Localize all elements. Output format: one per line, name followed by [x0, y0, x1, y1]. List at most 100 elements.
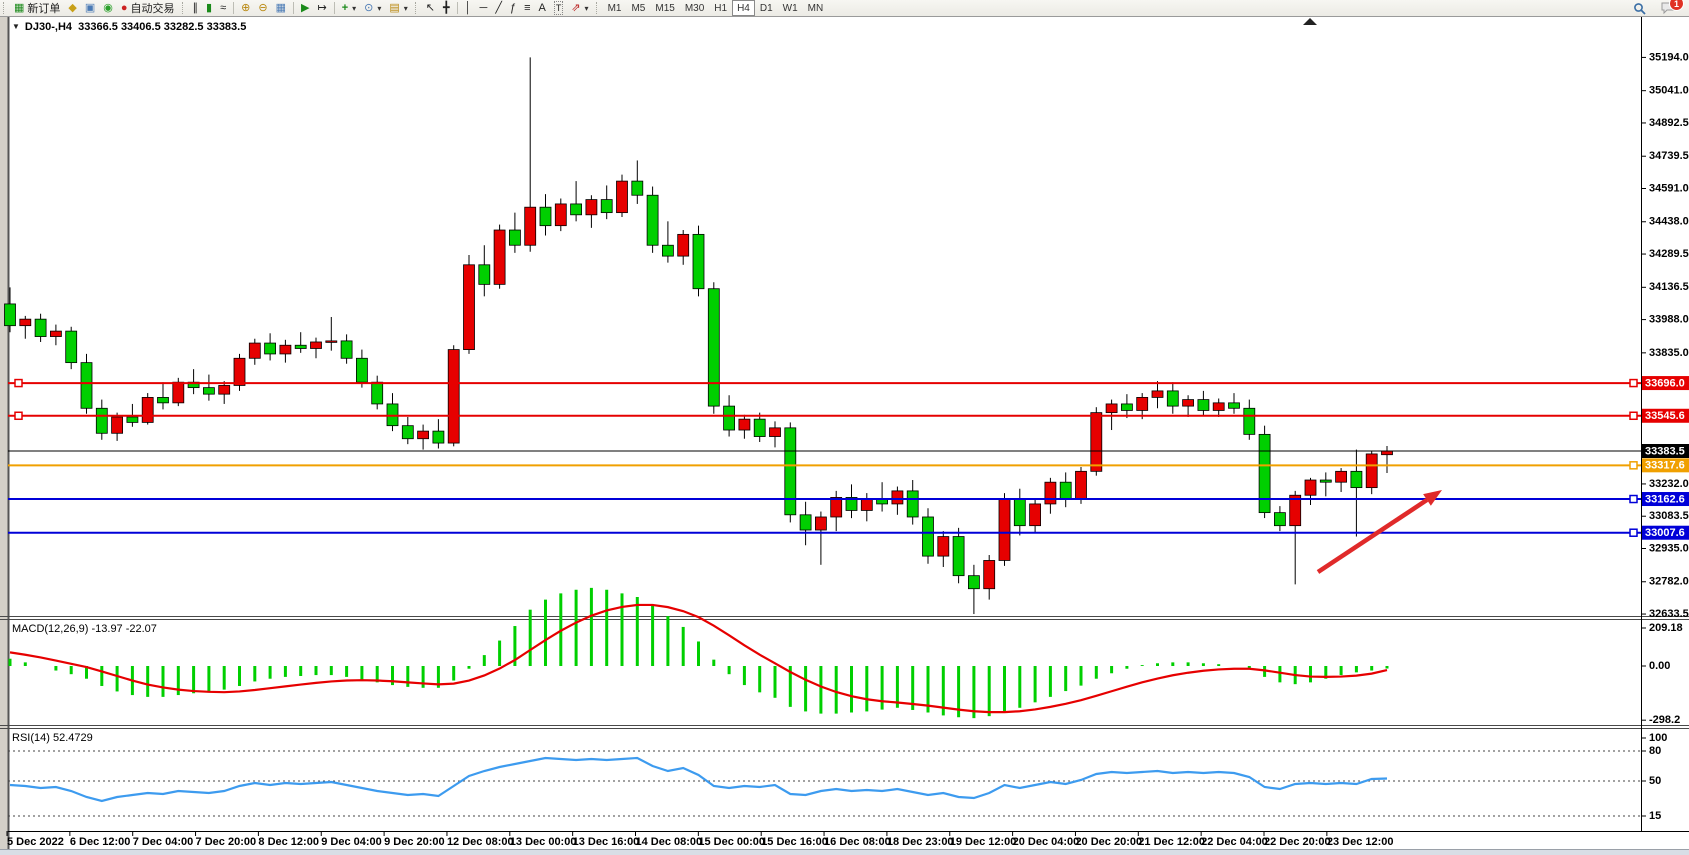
chart-ohlc-values: 33366.5 33406.5 33282.5 33383.5: [78, 21, 246, 33]
vertical-line-button[interactable]: │: [461, 0, 476, 16]
chart-shift-button[interactable]: ↦: [313, 0, 330, 16]
line-handle[interactable]: [15, 412, 22, 419]
candle-down: [571, 204, 582, 215]
fibonacci-button[interactable]: ƒ: [506, 0, 520, 16]
axis-tick-label: 100: [1649, 732, 1667, 744]
toolbar: ▦ 新订单 ◆ ▣ ◉ ● 自动交易 ∥ ▮ ≈ ⊕ ⊖ ▦ ▶ ↦ +▾ ⊙▾…: [0, 0, 1689, 17]
chart-collapse-icon[interactable]: ▼: [12, 22, 20, 31]
candle-up: [1106, 404, 1117, 413]
tile-windows-button[interactable]: ▦: [272, 0, 290, 16]
line-handle[interactable]: [1630, 462, 1637, 469]
axis-tick-label: 33696.0: [1645, 377, 1685, 389]
auto-scroll-icon: ▶: [301, 2, 309, 14]
periods-button[interactable]: ⊙▾: [360, 0, 385, 16]
text-icon: A: [538, 2, 545, 14]
market-watch-icon: ◆: [68, 2, 76, 14]
candle-down: [923, 517, 934, 556]
axis-tick-label: 34892.5: [1649, 117, 1689, 129]
axis-tick-label: 34438.0: [1649, 216, 1689, 228]
autotrading-button[interactable]: ● 自动交易: [117, 0, 179, 16]
axis-tick-label: -298.2: [1649, 714, 1680, 726]
search-button[interactable]: [1629, 0, 1650, 16]
channels-button[interactable]: ≡: [520, 0, 534, 16]
candle-up: [464, 265, 475, 350]
autotrading-icon: ●: [121, 2, 128, 14]
candle-down: [66, 331, 77, 363]
navigator-button[interactable]: ◉: [99, 0, 117, 16]
trendline-button[interactable]: ╱: [491, 0, 506, 16]
price-label-badge: 33383.5: [1642, 444, 1689, 458]
candle-up: [20, 319, 31, 326]
line-handle[interactable]: [1630, 412, 1637, 419]
axis-tick-label: 50: [1649, 775, 1661, 787]
new-order-icon: ▦: [14, 2, 24, 14]
axis-tick-label: 34739.5: [1649, 150, 1689, 162]
candle-down: [1320, 480, 1331, 482]
arrows-button[interactable]: ⇗▾: [567, 0, 592, 16]
axis-tick-label: 20 Dec 04:00: [1013, 836, 1080, 848]
bar-chart-button[interactable]: ∥: [189, 0, 203, 16]
axis-tick-label: 34289.5: [1649, 248, 1689, 260]
timeframe-m30[interactable]: M30: [680, 0, 709, 16]
axis-tick-label: 7 Dec 04:00: [133, 836, 194, 848]
zoom-out-button[interactable]: ⊖: [254, 0, 271, 16]
line-handle[interactable]: [1630, 380, 1637, 387]
candle-down: [1167, 391, 1178, 406]
macd-current-values: -13.97 -22.07: [91, 623, 156, 635]
new-order-button[interactable]: ▦ 新订单: [10, 0, 64, 16]
crosshair-button[interactable]: ╋: [439, 0, 454, 16]
macd-indicator-label: MACD(12,26,9) -13.97 -22.07: [12, 623, 157, 635]
axis-tick-label: 32782.0: [1649, 576, 1689, 588]
candle-up: [418, 431, 429, 439]
candle-down: [127, 417, 138, 422]
candle-down: [356, 358, 367, 382]
axis-tick-label: 18 Dec 23:00: [887, 836, 954, 848]
zoom-in-button[interactable]: ⊕: [237, 0, 254, 16]
axis-tick-label: 80: [1649, 745, 1661, 757]
line-handle[interactable]: [15, 380, 22, 387]
line-handle[interactable]: [1630, 496, 1637, 503]
timeframe-h4[interactable]: H4: [732, 0, 755, 16]
line-chart-button[interactable]: ≈: [216, 0, 230, 16]
timeframe-m1[interactable]: M1: [603, 0, 627, 16]
horizontal-line-button[interactable]: ─: [476, 0, 492, 16]
candlestick-chart-button[interactable]: ▮: [202, 0, 216, 16]
timeframe-m15[interactable]: M15: [650, 0, 679, 16]
candle-up: [815, 517, 826, 530]
candle-up: [831, 497, 842, 517]
timeframe-h1[interactable]: H1: [709, 0, 732, 16]
text-label-button[interactable]: T: [550, 0, 568, 16]
axis-tick-label: 33545.6: [1645, 410, 1685, 422]
candle-up: [892, 491, 903, 504]
fibonacci-icon: ƒ: [510, 2, 516, 14]
data-window-button[interactable]: ▣: [81, 0, 99, 16]
candle-up: [173, 382, 184, 403]
auto-scroll-button[interactable]: ▶: [297, 0, 313, 16]
market-watch-button[interactable]: ◆: [64, 0, 80, 16]
text-button[interactable]: A: [534, 0, 549, 16]
timeframe-w1[interactable]: W1: [778, 0, 803, 16]
axis-tick-label: 32935.0: [1649, 542, 1689, 554]
candle-down: [662, 245, 673, 256]
indicators-button[interactable]: +▾: [338, 0, 360, 16]
chart-canvas[interactable]: 35194.035041.034892.534739.534591.034438…: [0, 0, 1689, 855]
candle-down: [800, 515, 811, 530]
candle-down: [1229, 403, 1240, 408]
timeframe-mn[interactable]: MN: [803, 0, 829, 16]
candle-up: [249, 343, 260, 358]
candle-up: [1152, 391, 1163, 398]
axis-tick-label: 0.00: [1649, 660, 1670, 672]
cursor-button[interactable]: ↖: [422, 0, 439, 16]
channels-icon: ≡: [524, 2, 530, 14]
timeframe-d1[interactable]: D1: [755, 0, 778, 16]
timeframe-m5[interactable]: M5: [626, 0, 650, 16]
templates-button[interactable]: ▤▾: [385, 0, 411, 16]
axis-tick-label: 35041.0: [1649, 85, 1689, 97]
line-handle[interactable]: [1630, 529, 1637, 536]
notifications-button[interactable]: 1: [1657, 0, 1679, 16]
axis-tick-label: 9 Dec 20:00: [384, 836, 445, 848]
axis-tick-label: 34136.5: [1649, 281, 1689, 293]
horizontal-line-icon: ─: [480, 2, 488, 14]
tile-windows-icon: ▦: [276, 2, 286, 14]
axis-tick-label: 15 Dec 00:00: [698, 836, 765, 848]
